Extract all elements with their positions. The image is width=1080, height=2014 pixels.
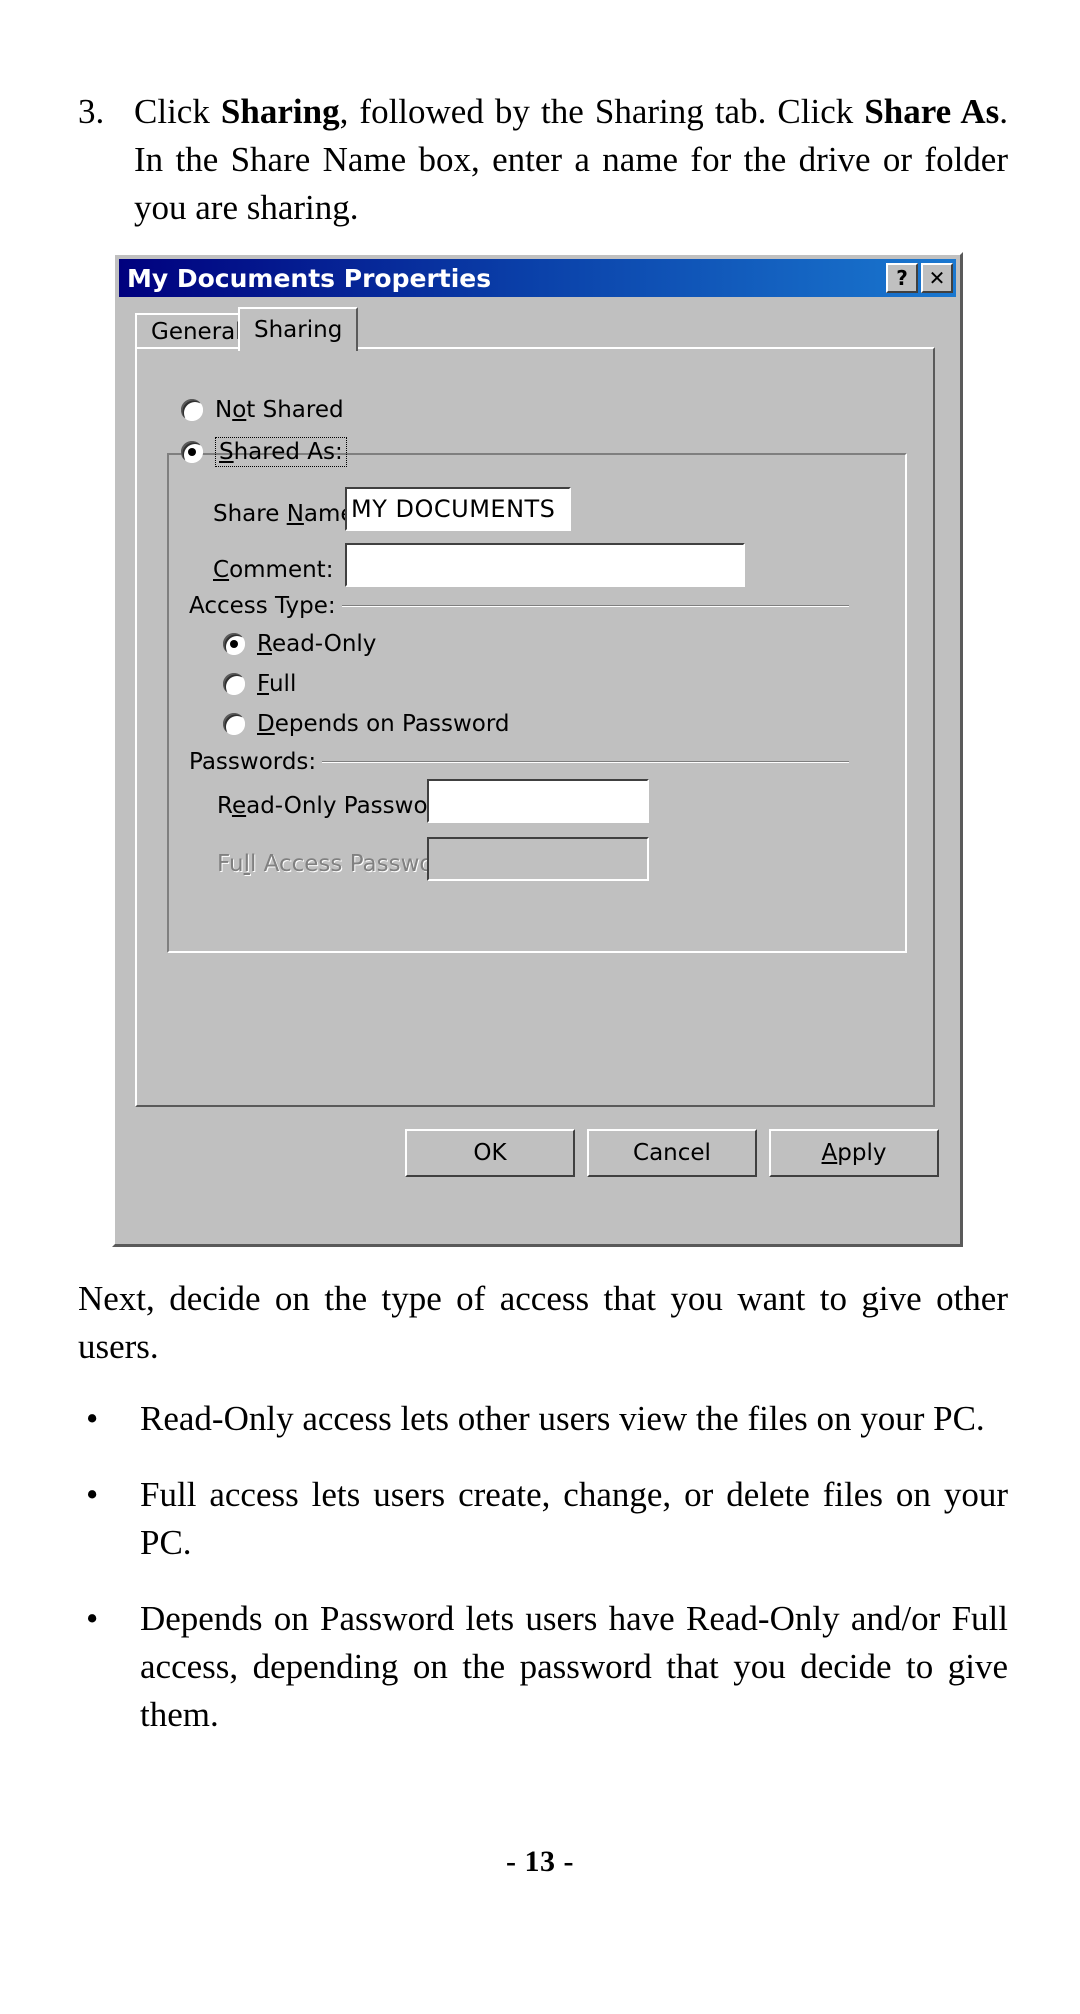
accelerator-underline: o (232, 397, 247, 423)
accelerator-underline: l (243, 851, 250, 877)
close-button[interactable]: ✕ (921, 263, 953, 293)
properties-dialog: My Documents Properties ? ✕ General Shar… (112, 252, 963, 1247)
list-item: • Depends on Password lets users have Re… (78, 1595, 1008, 1739)
list-item-text: Full access lets users create, change, o… (140, 1475, 1008, 1562)
radio-full-indicator (223, 673, 245, 695)
cancel-button[interactable]: Cancel (587, 1129, 757, 1177)
share-name-input[interactable]: MY DOCUMENTS (345, 487, 571, 531)
radio-read-only-indicator (223, 633, 245, 655)
radio-full-label: Full (257, 671, 297, 697)
list-item: • Full access lets users create, change,… (78, 1471, 1008, 1567)
dialog-title: My Documents Properties (127, 263, 492, 293)
accelerator-underline: S (219, 439, 234, 465)
radio-full[interactable]: Full (223, 671, 296, 697)
radio-depends-on-password-indicator (223, 713, 245, 735)
full-access-password-input (427, 837, 649, 881)
plain-text: Click (134, 92, 221, 131)
accelerator-underline: D (257, 711, 275, 737)
radio-shared-as[interactable]: Shared As: (181, 437, 347, 467)
accelerator-underline: F (257, 671, 269, 697)
plain-text: , followed by the Sharing tab. Click (339, 92, 865, 131)
list-item: • Read-Only access lets other users view… (78, 1395, 1008, 1443)
radio-not-shared-indicator (181, 399, 203, 421)
accelerator-underline: R (257, 631, 272, 657)
titlebar-button-group: ? ✕ (886, 263, 953, 293)
list-item-text: Depends on Password lets users have Read… (140, 1599, 1008, 1734)
radio-read-only[interactable]: Read-Only (223, 631, 376, 657)
tab-sharing[interactable]: Sharing (238, 307, 359, 351)
share-name-label: Share Name: (213, 501, 363, 527)
emphasis-text: Sharing (220, 92, 340, 131)
bullet-marker: • (86, 1475, 99, 1514)
dialog-titlebar[interactable]: My Documents Properties ? ✕ (119, 259, 956, 297)
apply-button-label: Apply (821, 1140, 887, 1166)
step-text: Click Sharing, followed by the Sharing t… (134, 88, 1008, 232)
radio-shared-as-label: Shared As: (215, 437, 347, 467)
accelerator-underline: N (286, 501, 304, 527)
radio-not-shared[interactable]: Not Shared (181, 397, 344, 423)
bullet-marker: • (86, 1399, 99, 1438)
radio-depends-on-password-label: Depends on Password (257, 711, 510, 737)
radio-read-only-label: Read-Only (257, 631, 377, 657)
tab-strip: General Sharing (135, 307, 935, 351)
numbered-step-3: 3. Click Sharing, followed by the Sharin… (78, 88, 1008, 232)
step-number: 3. (78, 92, 105, 131)
page-number: - 13 - (506, 1845, 574, 1878)
ok-button[interactable]: OK (405, 1129, 575, 1177)
passwords-group-label: Passwords: (183, 749, 323, 775)
apply-button[interactable]: Apply (769, 1129, 939, 1177)
read-only-password-input[interactable] (427, 779, 649, 823)
emphasis-text: Share As (864, 92, 1000, 131)
radio-depends-on-password[interactable]: Depends on Password (223, 711, 509, 737)
accelerator-underline: A (821, 1140, 838, 1166)
sharing-tab-page: Not Shared Shared As: Share Name: MY DOC… (135, 347, 935, 1107)
list-item-text: Read-Only access lets other users view t… (140, 1399, 985, 1438)
comment-input[interactable] (345, 543, 745, 587)
help-button[interactable]: ? (886, 263, 918, 293)
next-paragraph: Next, decide on the type of access that … (78, 1279, 1008, 1366)
access-type-group-label: Access Type: (183, 593, 342, 619)
bullet-list: • Read-Only access lets other users view… (78, 1395, 1008, 1767)
read-only-password-label: Read-Only Password: (217, 793, 459, 819)
document-page: 3. Click Sharing, followed by the Sharin… (0, 0, 1080, 2014)
bullet-marker: • (86, 1599, 99, 1638)
accelerator-underline: e (231, 793, 247, 819)
radio-not-shared-label: Not Shared (215, 397, 344, 423)
radio-shared-as-indicator (181, 441, 203, 463)
comment-label: Comment: (213, 557, 334, 583)
accelerator-underline: C (213, 557, 230, 583)
